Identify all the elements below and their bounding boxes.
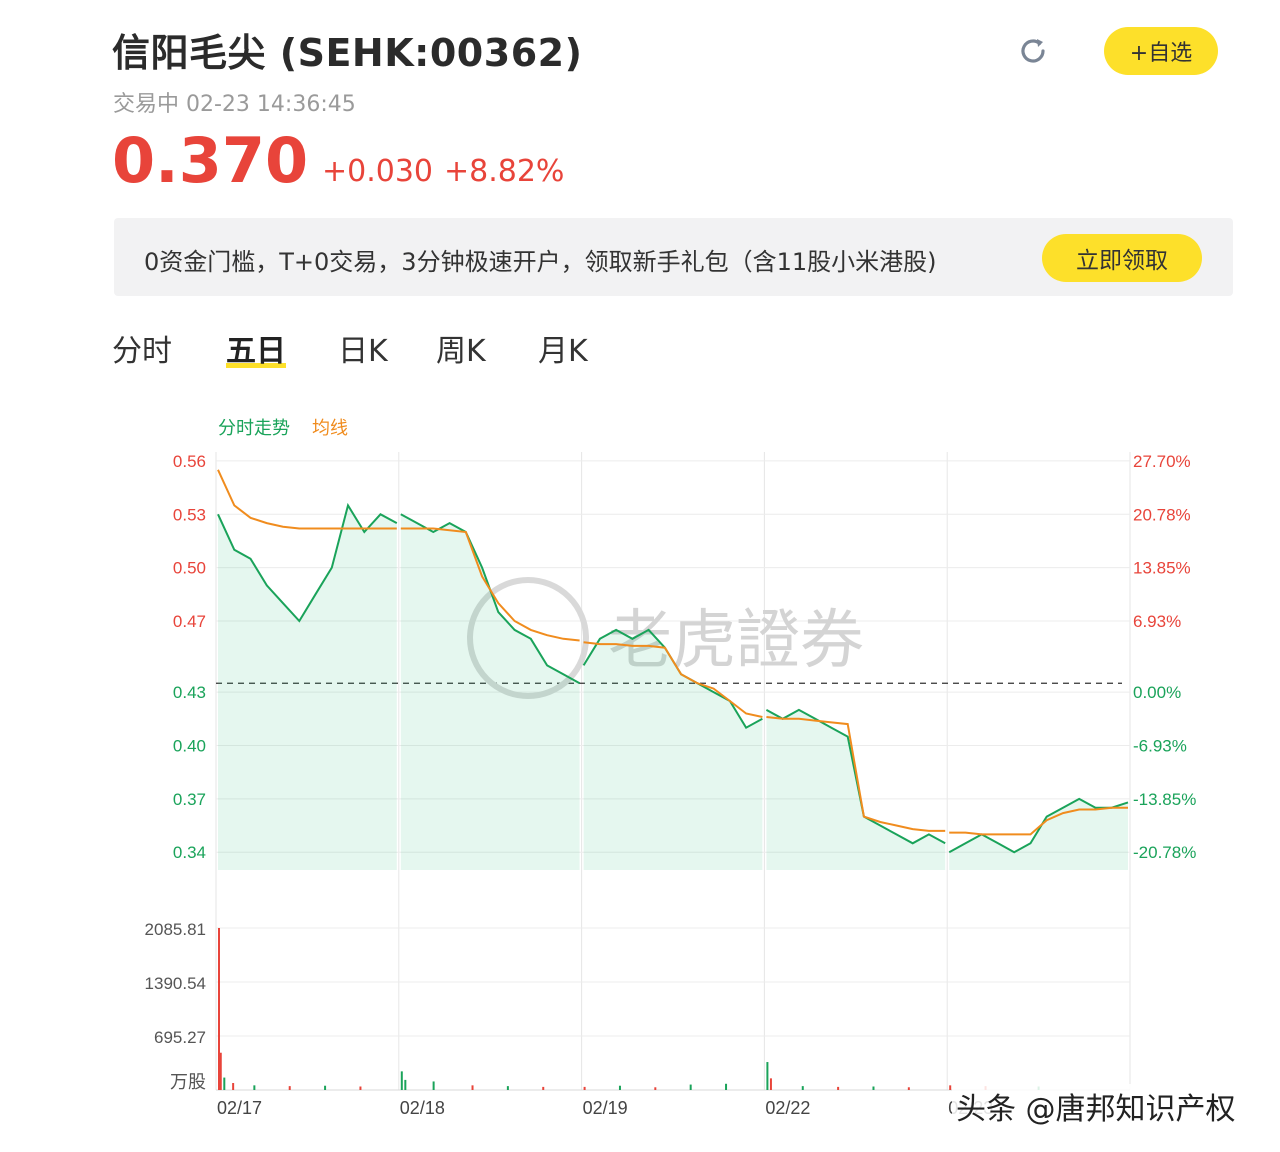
footer-watermark: 头条 @唐邦知识产权 [952,1084,1240,1128]
pct-tick-label: 6.93% [1133,612,1181,631]
volume-tick-label: 1390.54 [145,974,206,993]
volume-tick-label: 2085.81 [145,920,206,939]
x-tick-label: 02/18 [400,1098,445,1118]
y-tick-label: 0.43 [173,683,206,702]
tab-intraday[interactable]: 分时 [112,326,172,370]
volume-unit: 万股 [170,1072,206,1093]
avg-line [217,469,397,530]
y-tick-label: 0.53 [173,505,206,524]
refresh-button[interactable] [1014,32,1052,70]
x-tick-label: 02/22 [765,1098,810,1118]
y-tick-label: 0.40 [173,736,206,755]
y-tick-label: 0.34 [173,843,206,862]
pct-tick-label: -13.85% [1133,790,1196,809]
pct-tick-label: 13.85% [1133,559,1191,578]
x-tick-label: 02/17 [217,1098,262,1118]
refresh-icon [1021,39,1045,63]
price-change-percent: +8.82% [444,154,565,189]
pct-tick-label: -6.93% [1133,736,1187,755]
price-area [766,709,946,870]
y-tick-label: 0.47 [173,612,206,631]
legend-price: 分时走势 [218,418,290,439]
pct-tick-label: 27.70% [1133,452,1191,471]
y-tick-label: 0.37 [173,790,206,809]
current-price: 0.370 [112,124,309,197]
volume-tick-label: 695.27 [154,1028,206,1047]
price-change: +0.030 [322,154,434,189]
y-tick-label: 0.50 [173,559,206,578]
trading-status: 交易中 02-23 14:36:45 [113,92,356,117]
tab-weekly-k[interactable]: 周K [436,326,486,370]
five-day-chart: 0.56 27.70% 0.53 20.78% 0.50 13.85% 0.47 6.93% 0… [0,400,1280,1148]
pct-tick-label: -20.78% [1133,843,1196,862]
claim-button[interactable]: 立即领取 [1042,234,1202,282]
chart-svg: 0.56 27.70% 0.53 20.78% 0.50 13.85% 0.47 6.93% 0… [145,418,1197,1118]
x-tick-label: 02/19 [583,1098,628,1118]
y-tick-label: 0.56 [173,452,206,471]
tab-five-day[interactable]: 五日 [226,326,286,370]
promo-banner: 0资金门槛，T+0交易，3分钟极速开户，领取新手礼包（含11股小米港股) 立即领… [114,218,1233,296]
promo-text: 0资金门槛，T+0交易，3分钟极速开户，领取新手礼包（含11股小米港股) [144,248,937,276]
page-title: 信阳毛尖 (SEHK:00362) [112,31,583,75]
tab-daily-k[interactable]: 日K [338,326,388,370]
pct-tick-label: 20.78% [1133,505,1191,524]
tab-monthly-k[interactable]: 月K [538,326,588,370]
price-area [218,505,397,870]
add-watchlist-button[interactable]: +自选 [1104,27,1218,75]
pct-tick-label: 0.00% [1133,683,1181,702]
legend-avg: 均线 [312,418,348,439]
